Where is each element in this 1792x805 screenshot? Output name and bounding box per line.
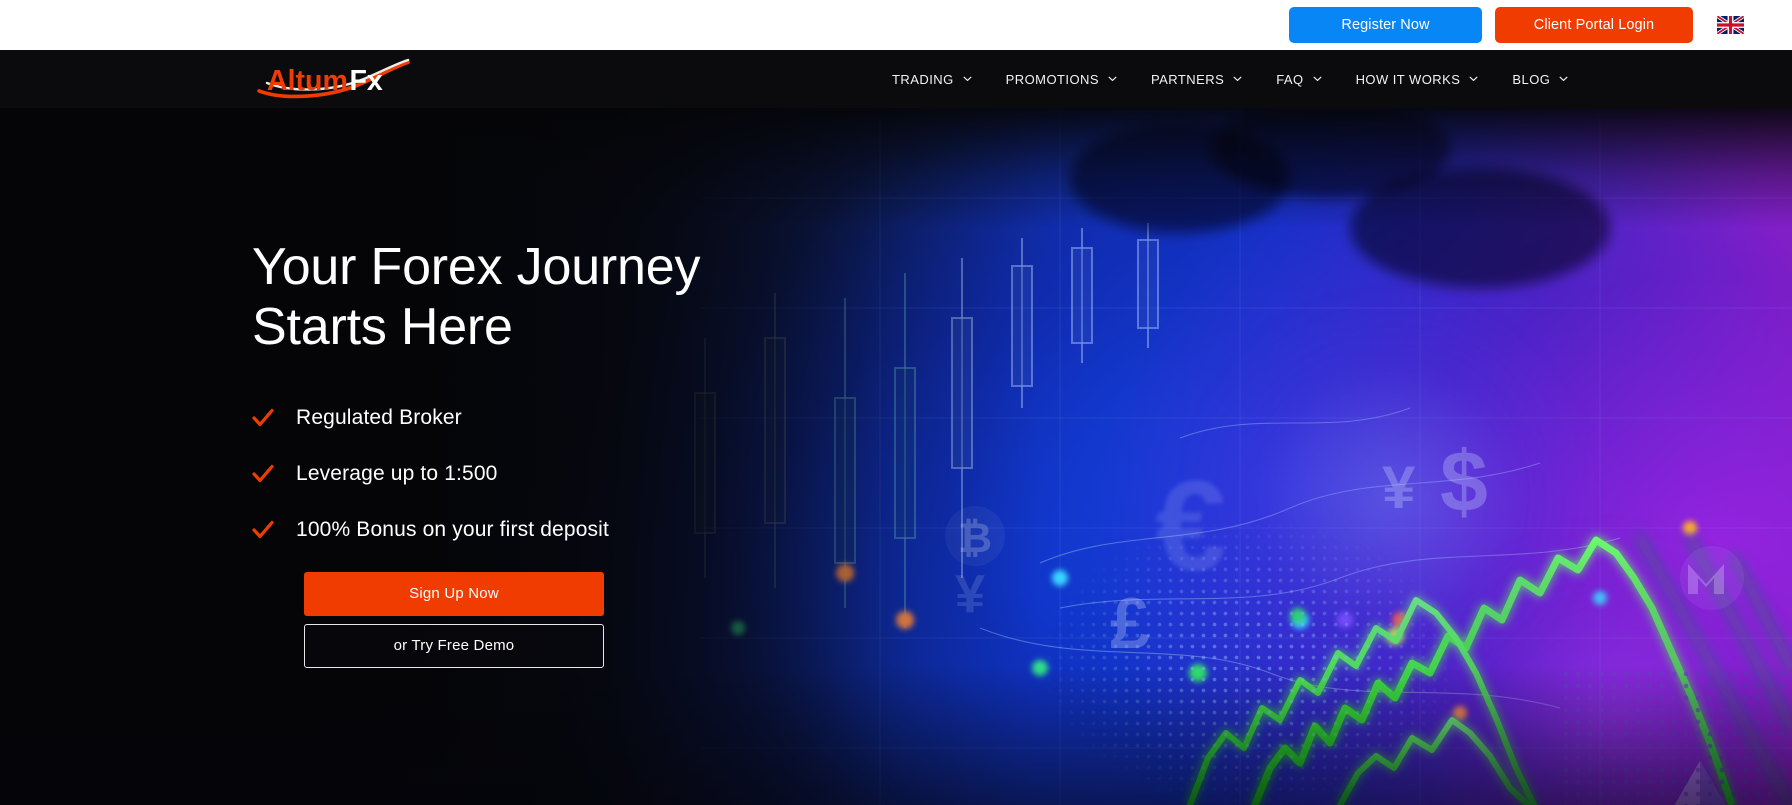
nav-menu: TRADING PROMOTIONS PARTNERS FAQ HOW IT W… — [875, 72, 1585, 87]
hero-content: Your Forex Journey Starts Here Regulated… — [252, 238, 1012, 668]
chevron-down-icon — [963, 76, 972, 82]
nav-label: FAQ — [1276, 71, 1304, 87]
nav-label: TRADING — [892, 71, 954, 87]
feature-item: Regulated Broker — [252, 404, 1012, 432]
nav-item-promotions[interactable]: PROMOTIONS — [989, 72, 1134, 87]
check-icon — [252, 520, 274, 540]
svg-text:Altum: Altum — [267, 65, 348, 97]
register-now-button[interactable]: Register Now — [1289, 7, 1482, 43]
nav-label: BLOG — [1512, 71, 1551, 87]
chevron-down-icon — [1108, 76, 1117, 82]
hero-feature-list: Regulated Broker Leverage up to 1:500 10… — [252, 404, 1012, 544]
sign-up-now-button[interactable]: Sign Up Now — [304, 571, 604, 616]
hero-bottom-fade — [0, 665, 1792, 805]
nav-item-partners[interactable]: PARTNERS — [1134, 72, 1259, 87]
chevron-down-icon — [1559, 76, 1568, 82]
feature-item: Leverage up to 1:500 — [252, 460, 1012, 488]
feature-label: Leverage up to 1:500 — [296, 461, 498, 485]
nav-item-how-it-works[interactable]: HOW IT WORKS — [1339, 72, 1496, 87]
nav-label: HOW IT WORKS — [1355, 71, 1461, 87]
nav-item-faq[interactable]: FAQ — [1259, 72, 1338, 87]
main-navigation-bar: Altum Fx TRADING PROMOTIONS PARTNERS FAQ — [0, 50, 1792, 108]
chevron-down-icon — [1233, 76, 1242, 82]
client-portal-login-button[interactable]: Client Portal Login — [1495, 7, 1693, 43]
feature-label: 100% Bonus on your first deposit — [296, 517, 609, 541]
hero-headline: Your Forex Journey Starts Here — [252, 238, 701, 356]
chevron-down-icon — [1469, 76, 1478, 82]
feature-label: Regulated Broker — [296, 405, 462, 429]
check-icon — [252, 464, 274, 484]
nav-label: PROMOTIONS — [1005, 71, 1099, 87]
svg-text:Fx: Fx — [349, 65, 382, 97]
chevron-down-icon — [1313, 76, 1322, 82]
nav-item-trading[interactable]: TRADING — [875, 72, 989, 87]
nav-label: PARTNERS — [1151, 71, 1225, 87]
hero-section: ₿ $ ¥ € — [0, 108, 1792, 805]
nav-item-blog[interactable]: BLOG — [1495, 72, 1585, 87]
check-icon — [252, 408, 274, 428]
top-utility-bar: Register Now Client Portal Login — [0, 0, 1792, 50]
hero-cta-group: Sign Up Now or Try Free Demo — [304, 571, 604, 668]
uk-flag-icon[interactable] — [1717, 16, 1744, 34]
altumfx-logo[interactable]: Altum Fx — [252, 56, 412, 102]
try-free-demo-button[interactable]: or Try Free Demo — [304, 623, 604, 668]
hero-top-fade — [0, 108, 1792, 228]
feature-item: 100% Bonus on your first deposit — [252, 516, 1012, 544]
